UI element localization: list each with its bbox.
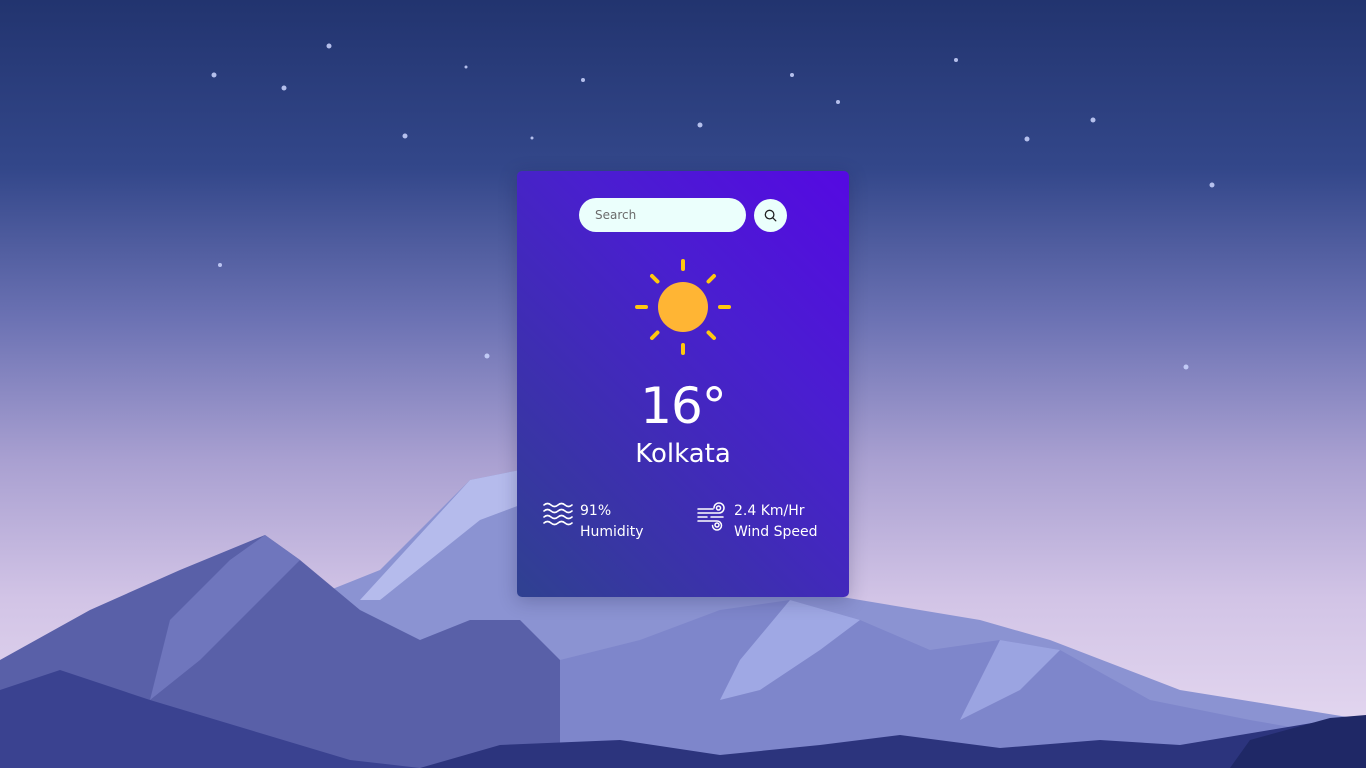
wind-icon xyxy=(697,502,725,531)
humidity-value: 91% xyxy=(580,503,612,519)
search-input[interactable] xyxy=(579,198,746,232)
humidity-stat: 91% Humidity xyxy=(543,501,643,543)
search-icon xyxy=(764,209,777,221)
search-bar xyxy=(579,198,787,232)
temperature: 16° xyxy=(640,377,727,435)
wind-stat: 2.4 Km/Hr Wind Speed xyxy=(697,501,818,543)
search-button[interactable] xyxy=(754,198,787,232)
wind-speed-value: 2.4 Km/Hr xyxy=(734,503,805,519)
wind-speed-label: Wind Speed xyxy=(734,524,818,540)
city-name: Kolkata xyxy=(635,439,731,469)
weather-card: 16° Kolkata 91% Humidity xyxy=(517,171,849,597)
humidity-label: Humidity xyxy=(580,524,644,540)
humidity-icon xyxy=(543,502,573,526)
sun-icon xyxy=(635,259,731,355)
